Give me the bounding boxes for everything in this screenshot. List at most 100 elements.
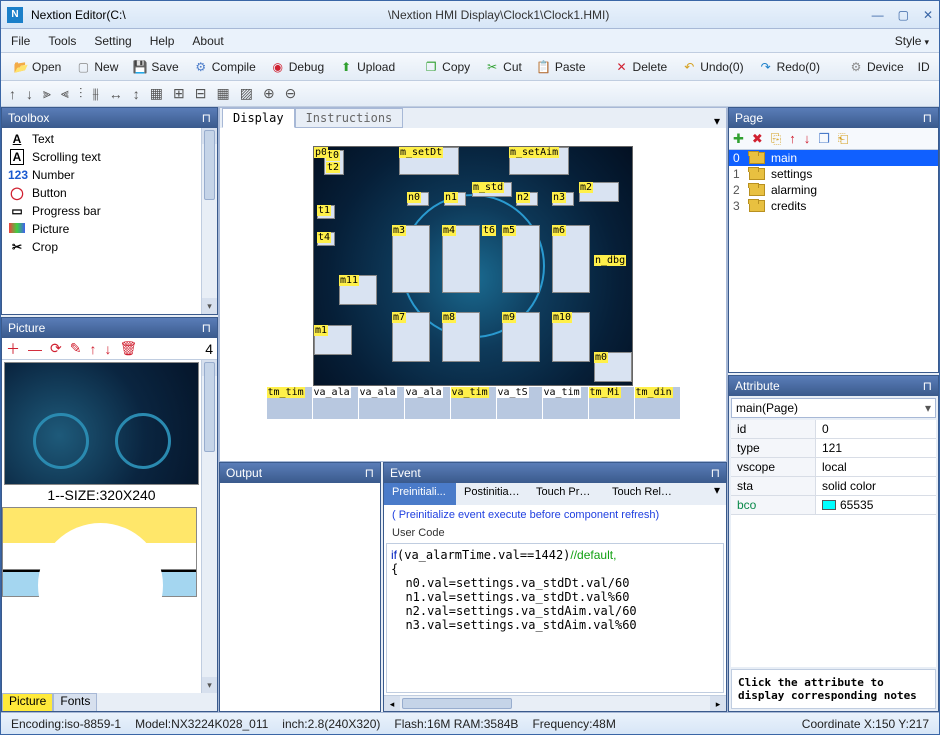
move-up-button[interactable]: ↑ xyxy=(89,341,96,357)
component-label[interactable]: m3 xyxy=(392,225,406,236)
pin-icon[interactable]: ⊓ xyxy=(923,379,932,393)
compile-button[interactable]: ⚙Compile xyxy=(189,57,260,77)
component-label[interactable]: n0 xyxy=(407,192,421,203)
tab-dropdown-icon[interactable]: ▾ xyxy=(708,114,726,128)
timer-item[interactable]: va_ala xyxy=(313,387,358,419)
menu-file[interactable]: File xyxy=(11,34,30,48)
code-editor[interactable]: if(va_alarmTime.val==1442)//default, { n… xyxy=(386,543,724,693)
pin-icon[interactable]: ⊓ xyxy=(365,466,374,480)
menu-help[interactable]: Help xyxy=(150,34,175,48)
tab-preinitialize[interactable]: Preinitiali... xyxy=(384,483,456,505)
maximize-button[interactable]: ▢ xyxy=(898,8,909,22)
attribute-row[interactable]: bco65535 xyxy=(731,496,936,515)
component-label[interactable]: n_dbg xyxy=(594,255,626,266)
attribute-row[interactable]: type121 xyxy=(731,439,936,458)
group-icon[interactable]: ▦ xyxy=(216,85,229,102)
component-label[interactable]: m8 xyxy=(442,312,456,323)
component-label[interactable]: n2 xyxy=(516,192,530,203)
component-label[interactable]: n1 xyxy=(444,192,458,203)
menu-about[interactable]: About xyxy=(192,34,223,48)
timer-item[interactable]: va_ala xyxy=(405,387,450,419)
event-tab-dropdown-icon[interactable]: ▾ xyxy=(708,483,726,505)
page-up-button[interactable]: ↑ xyxy=(789,131,796,146)
page-down-button[interactable]: ↓ xyxy=(804,131,811,146)
new-button[interactable]: ▢New xyxy=(71,57,122,77)
component-label[interactable]: m11 xyxy=(339,275,359,286)
redo-button[interactable]: ↷Redo(0) xyxy=(754,57,824,77)
same-height-icon[interactable]: ↕ xyxy=(133,86,140,102)
component-label[interactable]: m_setAim xyxy=(509,147,559,158)
toolbox-item[interactable]: AScrolling text xyxy=(2,148,201,166)
cut-button[interactable]: ✂Cut xyxy=(480,57,526,77)
toolbox-item[interactable]: ◯Button xyxy=(2,184,201,202)
attr-value[interactable]: 121 xyxy=(816,439,936,457)
timer-item[interactable]: tm_tim xyxy=(267,387,312,419)
component-label[interactable]: m_setDt xyxy=(399,147,443,158)
pin-icon[interactable]: ⊓ xyxy=(202,111,211,125)
attribute-row[interactable]: vscopelocal xyxy=(731,458,936,477)
component-label[interactable]: m7 xyxy=(392,312,406,323)
align-bottom-icon[interactable]: ⫵ xyxy=(92,85,98,102)
timer-item[interactable]: va_tim xyxy=(543,387,588,419)
menu-tools[interactable]: Tools xyxy=(48,34,76,48)
component-label[interactable]: m6 xyxy=(552,225,566,236)
tab-instructions[interactable]: Instructions xyxy=(295,108,404,128)
page-item[interactable]: 0main xyxy=(729,150,938,166)
pin-icon[interactable]: ⊓ xyxy=(711,466,720,480)
component-label[interactable]: t2 xyxy=(326,162,340,173)
page-item[interactable]: 2alarming xyxy=(729,182,938,198)
center-h-icon[interactable]: ⊕ xyxy=(263,85,275,102)
tab-postinitialize[interactable]: Postinitiali... xyxy=(456,483,528,505)
add-picture-button[interactable]: ＋ xyxy=(6,339,20,359)
tab-fonts[interactable]: Fonts xyxy=(53,693,97,711)
component-label[interactable]: m10 xyxy=(552,312,572,323)
copy-button[interactable]: ❐Copy xyxy=(419,57,474,77)
attr-value[interactable]: 65535 xyxy=(816,496,936,514)
align-left-icon[interactable]: ⫸ xyxy=(43,85,51,102)
component-label[interactable]: m2 xyxy=(579,182,593,193)
dist-v-icon[interactable]: ⊟ xyxy=(195,85,207,102)
attr-value[interactable]: solid color xyxy=(816,477,936,495)
arrow-down-icon[interactable]: ↓ xyxy=(26,86,33,102)
same-size-icon[interactable]: ▦ xyxy=(150,85,163,102)
timer-item[interactable]: va_ala xyxy=(359,387,404,419)
component-label[interactable]: m0 xyxy=(594,352,608,363)
component-label[interactable]: m5 xyxy=(502,225,516,236)
pin-icon[interactable]: ⊓ xyxy=(202,321,211,335)
align-right-icon[interactable]: ⫷ xyxy=(61,85,69,102)
design-canvas[interactable]: p0 t0 t2 m_setDt m_setAim m_std m2 n0 n1… xyxy=(313,146,633,386)
dist-h-icon[interactable]: ⊞ xyxy=(173,85,185,102)
close-button[interactable]: ✕ xyxy=(923,8,933,22)
component-label[interactable]: n3 xyxy=(552,192,566,203)
toolbox-item[interactable]: ✂Crop xyxy=(2,238,201,256)
move-down-button[interactable]: ↓ xyxy=(104,341,111,357)
align-top-icon[interactable]: ⫶ xyxy=(79,85,83,102)
upload-button[interactable]: ⬆Upload xyxy=(334,57,399,77)
id-button[interactable]: ID xyxy=(914,58,934,76)
refresh-button[interactable]: ⟳ xyxy=(50,340,62,357)
toolbox-scrollbar[interactable]: ▴▾ xyxy=(201,128,217,314)
attr-value[interactable]: 0 xyxy=(816,420,936,438)
picture-thumbnail[interactable]: 1--SIZE:320X240 xyxy=(2,360,201,507)
timer-item[interactable]: va_tS xyxy=(497,387,542,419)
component-label[interactable]: t0 xyxy=(326,150,340,161)
toolbox-item[interactable]: ▭Progress bar xyxy=(2,202,201,220)
remove-page-button[interactable]: ✖ xyxy=(752,131,763,147)
remove-picture-button[interactable]: — xyxy=(28,341,42,357)
picture-thumbnail[interactable] xyxy=(2,507,201,597)
page-item[interactable]: 1settings xyxy=(729,166,938,182)
component-label[interactable]: t4 xyxy=(317,232,331,243)
tab-display[interactable]: Display xyxy=(222,108,295,128)
component-label[interactable]: t6 xyxy=(482,225,496,236)
open-button[interactable]: 📂Open xyxy=(9,57,65,77)
delete-picture-button[interactable]: 🗑 xyxy=(119,340,137,357)
tab-touch-press[interactable]: Touch Pres... xyxy=(528,483,604,505)
tab-picture[interactable]: Picture xyxy=(2,693,53,711)
undo-button[interactable]: ↶Undo(0) xyxy=(677,57,747,77)
paste-page-button[interactable]: ⎗ xyxy=(838,131,848,147)
component-label[interactable]: m4 xyxy=(442,225,456,236)
menu-setting[interactable]: Setting xyxy=(94,34,131,48)
timer-item[interactable]: tm_din xyxy=(635,387,680,419)
timer-item[interactable]: tm_Mi xyxy=(589,387,634,419)
device-button[interactable]: ⚙Device xyxy=(844,57,908,77)
